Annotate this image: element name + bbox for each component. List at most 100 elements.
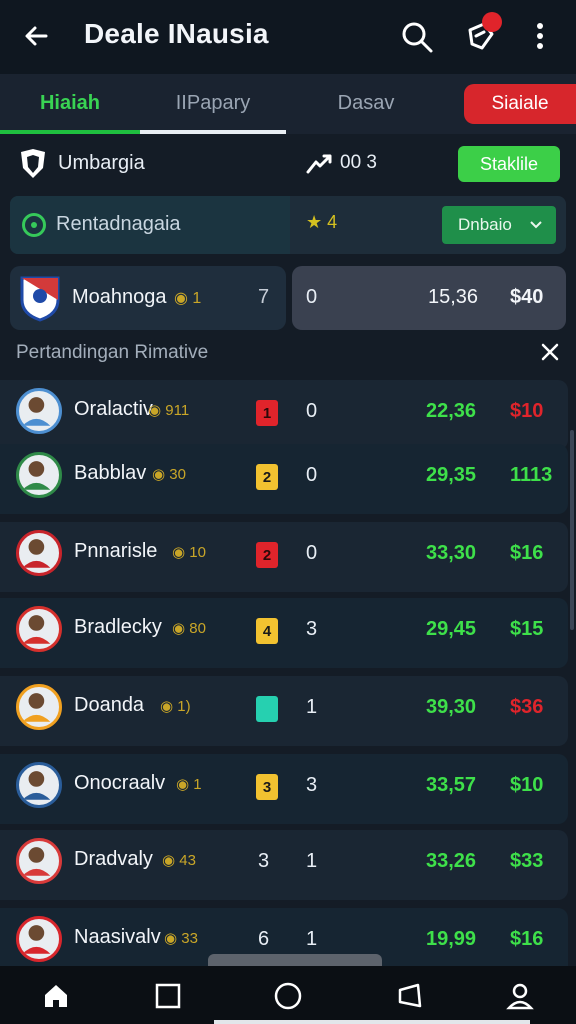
back-arrow-icon[interactable] <box>20 20 52 52</box>
card-badge: 3 <box>256 774 278 800</box>
filter-bar: Rentadnagaia ★ 4 Dnbaio <box>10 196 566 254</box>
circle-home-icon[interactable] <box>274 982 302 1010</box>
card-badge: 2 <box>256 542 278 568</box>
section-title: Pertandingan Rimative <box>16 342 209 363</box>
player-badge-value: 10 <box>189 544 206 561</box>
player-goals: 3 <box>306 618 318 640</box>
featured-goals: 0 <box>306 286 318 308</box>
scrollbar[interactable] <box>570 430 574 630</box>
player-badge-value: 1) <box>177 698 191 715</box>
star-icon: ★ 4 <box>306 212 338 232</box>
player-odds: 29,35 <box>426 464 477 486</box>
clock-dot <box>31 222 37 228</box>
player-avatar <box>16 530 62 576</box>
featured-badge-value: 1 <box>192 290 202 307</box>
featured-match[interactable]: Moahnoga ◉ 1 7 0 15,36 $40 <box>10 266 566 330</box>
player-odds: 29,45 <box>426 618 477 640</box>
player-avatar <box>16 916 62 962</box>
player-avatar <box>16 388 62 434</box>
search-icon[interactable] <box>400 20 434 54</box>
player-name: Bradlecky <box>74 616 162 638</box>
trend-value: 00 3 <box>340 152 377 173</box>
player-row[interactable]: Doanda ◉ 1) 1 39,30 $36 <box>0 676 568 746</box>
player-price: $15 <box>510 618 544 640</box>
player-price: $36 <box>510 696 544 718</box>
player-row[interactable]: Bradlecky ◉ 80 4 3 29,45 $15 <box>0 598 568 668</box>
stats-button[interactable]: Staklile <box>458 146 560 182</box>
home-icon[interactable] <box>42 982 70 1010</box>
player-row[interactable]: Dradvaly ◉ 43 3 1 33,26 $33 <box>0 830 568 900</box>
player-row[interactable]: Oralactiv ◉ 911 1 0 22,36 $10 <box>0 380 568 450</box>
player-goals: 1 <box>306 850 318 872</box>
dropdown-label: Dnbaio <box>458 215 512 234</box>
player-odds: 22,36 <box>426 400 477 422</box>
featured-team-name: Moahnoga <box>72 286 167 308</box>
player-badge-value: 30 <box>169 466 186 483</box>
tab-bar: Hiaiah IIPapary Dasav Siaiale <box>0 74 576 134</box>
team-crest-icon <box>20 276 60 322</box>
notification-badge <box>482 12 502 32</box>
sheet-handle[interactable] <box>208 954 382 966</box>
featured-badge: ◉ 1 <box>174 290 202 307</box>
league-row: Umbargia 00 3 Staklile <box>0 134 576 194</box>
player-odds: 33,30 <box>426 542 477 564</box>
square-icon[interactable] <box>154 982 182 1010</box>
player-goals: 0 <box>306 400 318 422</box>
club-crest-icon <box>21 149 45 178</box>
card-badge <box>256 696 278 722</box>
player-avatar <box>16 762 62 808</box>
player-badge: ◉ 10 <box>172 544 206 561</box>
player-badge: ◉ 1 <box>176 776 202 793</box>
player-avatar <box>16 606 62 652</box>
player-odds: 39,30 <box>426 696 477 718</box>
league-name: Umbargia <box>58 152 145 174</box>
player-odds: 33,26 <box>426 850 477 872</box>
home-indicator <box>214 1020 530 1024</box>
player-badge-value: 33 <box>181 930 198 947</box>
card-badge: 4 <box>256 618 278 644</box>
featured-price: $40 <box>510 286 544 308</box>
player-row[interactable]: Pnnarisle ◉ 10 2 0 33,30 $16 <box>0 522 568 592</box>
tab-3[interactable]: Dasav <box>286 74 446 132</box>
player-name: Babblav <box>74 462 147 484</box>
card-badge: 1 <box>256 400 278 426</box>
player-badge-value: 43 <box>179 852 196 869</box>
player-price: $16 <box>510 542 544 564</box>
featured-number: 7 <box>258 286 270 308</box>
app-bar: Deale INausia <box>0 0 576 74</box>
player-price: $10 <box>510 400 544 422</box>
back-triangle-icon[interactable] <box>396 982 424 1010</box>
player-badge: ◉ 43 <box>162 852 196 869</box>
filter-label[interactable]: Rentadnagaia <box>56 213 181 236</box>
player-avatar <box>16 452 62 498</box>
player-row[interactable]: Babblav ◉ 30 2 0 29,35 1113 <box>0 444 568 514</box>
star-value: 4 <box>327 212 338 232</box>
player-price: $33 <box>510 850 544 872</box>
player-row[interactable]: Onocraalv ◉ 1 3 3 33,57 $10 <box>0 754 568 824</box>
profile-icon[interactable] <box>506 982 534 1010</box>
more-vertical-icon[interactable] <box>530 18 550 54</box>
card-badge: 2 <box>256 464 278 490</box>
featured-odds: 15,36 <box>428 286 479 308</box>
player-badge: ◉ 80 <box>172 620 206 637</box>
bottom-nav <box>0 954 576 1024</box>
close-icon[interactable] <box>540 342 560 362</box>
trend-arrow-icon <box>306 154 332 174</box>
player-name: Dradvaly <box>74 848 153 870</box>
tab-4-highlight[interactable]: Siaiale <box>464 84 576 124</box>
player-name: Pnnarisle <box>74 540 158 562</box>
filter-dropdown[interactable]: Dnbaio <box>442 206 556 244</box>
tab-1[interactable]: Hiaiah <box>0 74 140 132</box>
player-badge-value: 1 <box>193 776 202 793</box>
tab-2[interactable]: IIPapary <box>140 74 286 132</box>
player-goals: 3 <box>306 774 318 796</box>
card-count: 6 <box>258 928 270 950</box>
player-goals: 1 <box>306 696 318 718</box>
player-badge: ◉ 1) <box>160 698 191 715</box>
player-goals: 0 <box>306 464 318 486</box>
card-count: 3 <box>258 850 270 872</box>
player-name: Oralactiv <box>74 398 153 420</box>
player-name: Onocraalv <box>74 772 166 794</box>
player-badge: ◉ 30 <box>152 466 186 483</box>
player-odds: 19,99 <box>426 928 477 950</box>
